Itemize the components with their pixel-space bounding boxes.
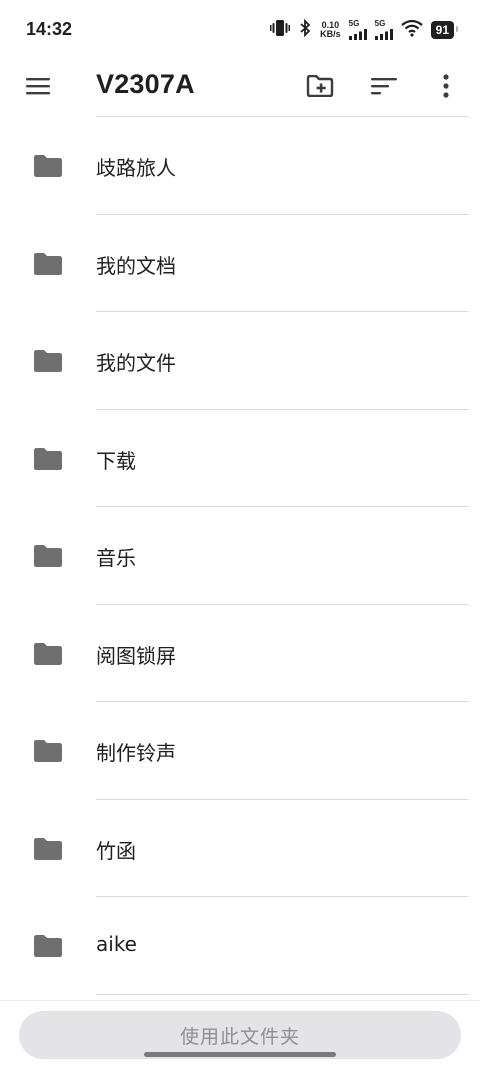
folder-icon <box>34 155 62 177</box>
folder-icon <box>34 837 62 860</box>
folder-row[interactable]: 阅图锁屏 <box>0 605 480 702</box>
status-icons: 0.10 KB/s 5G 5G 91 <box>270 18 459 42</box>
folder-name: 我的文件 <box>96 351 176 375</box>
network-speed-unit: KB/s <box>320 29 341 39</box>
folder-name: aike <box>96 932 137 956</box>
folder-row[interactable]: 我的文档 <box>0 215 480 312</box>
folder-name: 下载 <box>96 448 136 473</box>
signal-5g-1: 5G <box>348 19 367 40</box>
signal-bars-icon <box>348 29 367 40</box>
folder-icon <box>34 935 62 957</box>
bluetooth-icon <box>298 18 312 42</box>
folder-name: 竹函 <box>96 838 136 863</box>
folder-icon <box>34 447 62 470</box>
folder-row[interactable]: 制作铃声 <box>0 702 480 800</box>
folder-list: 歧路旅人我的文档我的文件下载音乐阅图锁屏制作铃声竹函 aike <box>0 117 480 995</box>
folder-icon <box>34 642 62 665</box>
folder-icon <box>34 252 62 275</box>
page-title: V2307A <box>96 69 195 99</box>
signal-label: 5G <box>348 19 360 28</box>
row-divider <box>96 993 469 995</box>
folder-icon <box>34 350 62 372</box>
vibrate-icon <box>270 19 291 42</box>
signal-label: 5G <box>374 19 386 28</box>
folder-row[interactable]: aike <box>0 897 480 995</box>
top-app-bar: V2307A <box>0 60 480 116</box>
folder-name: 我的文档 <box>96 253 176 278</box>
folder-row[interactable]: 音乐 <box>0 507 480 605</box>
folder-name: 歧路旅人 <box>96 156 176 180</box>
folder-icon <box>34 740 62 762</box>
signal-5g-2: 5G <box>374 19 393 40</box>
folder-row[interactable]: 竹函 <box>0 800 480 897</box>
battery-indicator: 91 <box>430 21 459 39</box>
folder-row[interactable]: 我的文件 <box>0 312 480 410</box>
folder-row[interactable]: 下载 <box>0 410 480 507</box>
folder-name: 音乐 <box>96 546 136 570</box>
sort-icon[interactable] <box>366 68 402 104</box>
more-vert-icon[interactable] <box>428 68 464 104</box>
home-indicator[interactable] <box>144 1052 336 1057</box>
signal-bars-icon <box>374 29 393 40</box>
folder-row[interactable]: 歧路旅人 <box>0 117 480 215</box>
folder-name: 制作铃声 <box>96 741 176 765</box>
folder-name: 阅图锁屏 <box>96 643 176 668</box>
create-new-folder-icon[interactable] <box>302 68 338 104</box>
wifi-icon <box>400 19 423 42</box>
hamburger-menu-icon[interactable] <box>22 70 54 102</box>
folder-icon <box>34 545 62 567</box>
network-speed: 0.10 KB/s <box>320 21 341 39</box>
status-time: 14:32 <box>26 19 73 39</box>
status-bar: 14:32 0.10 KB/s 5G 5G 91 <box>0 0 480 60</box>
bottom-bar: 使用此文件夹 <box>0 1000 480 1068</box>
